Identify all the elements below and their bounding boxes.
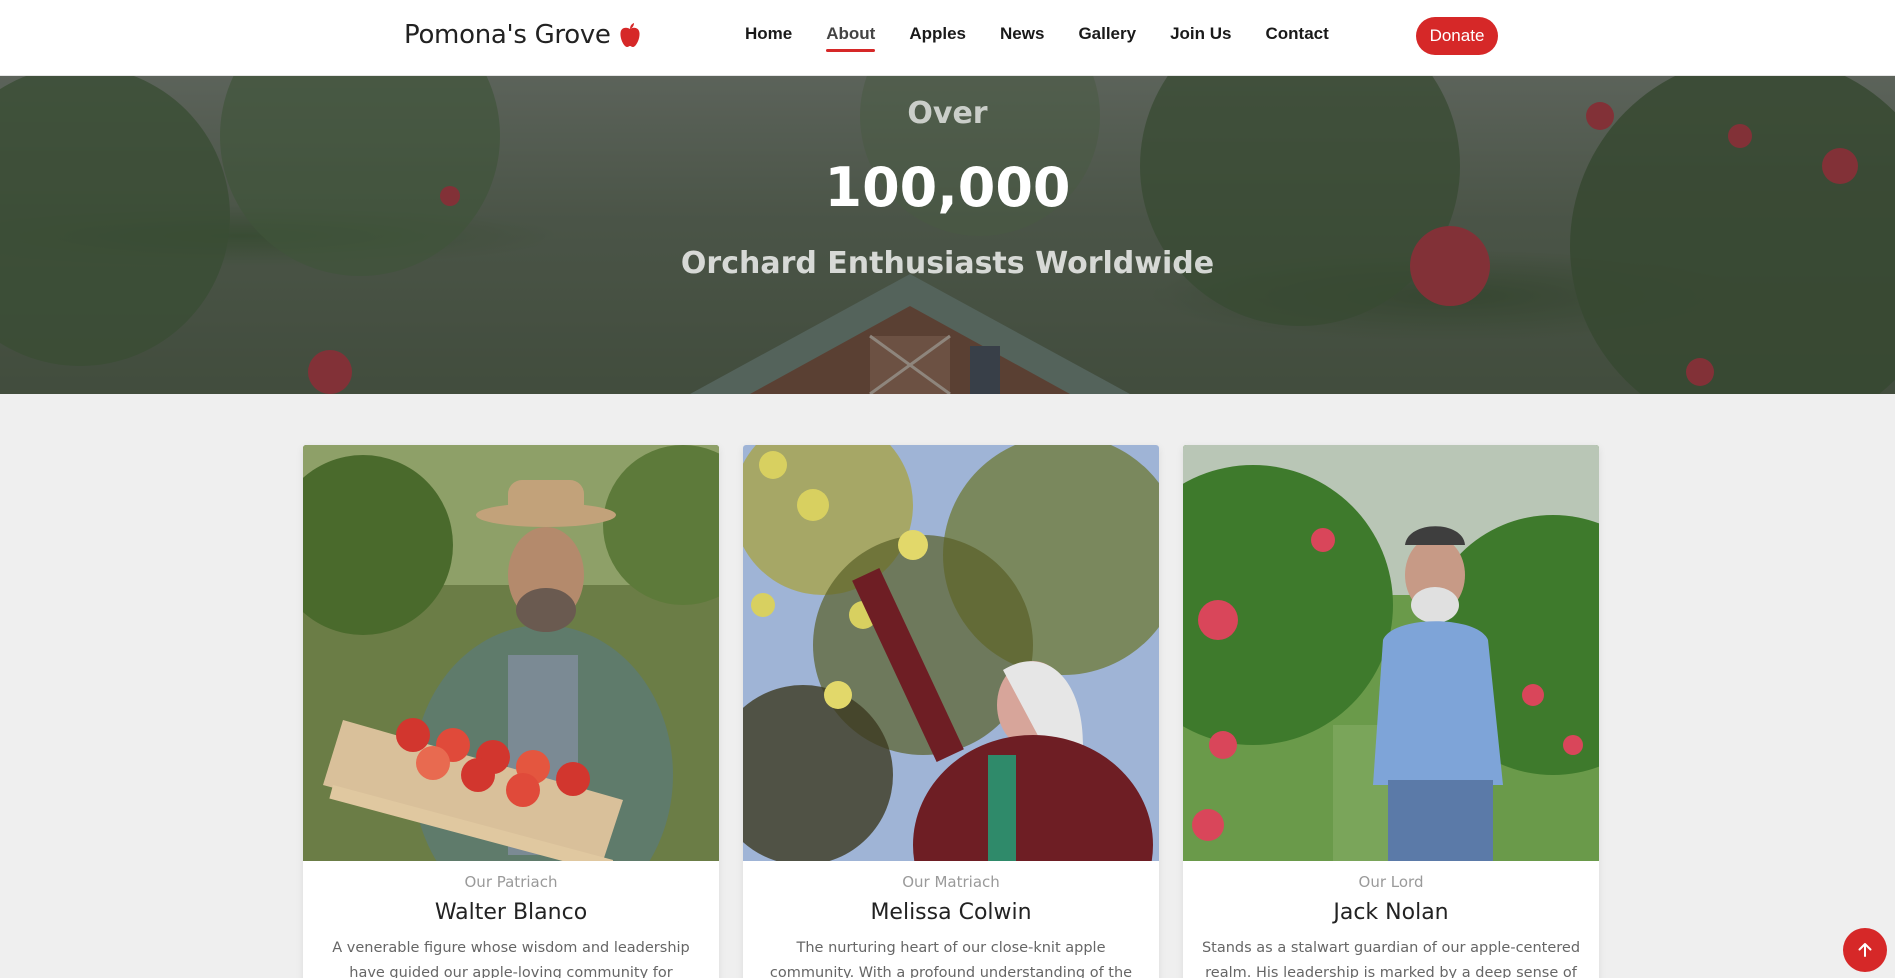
nav-about[interactable]: About (826, 24, 876, 52)
apple-icon (620, 23, 640, 47)
member-role: Our Patriach (464, 873, 558, 891)
member-photo (1183, 445, 1599, 861)
donate-button[interactable]: Donate (1416, 17, 1498, 55)
member-name: Walter Blanco (434, 900, 588, 925)
hero-count: 100,000 (824, 156, 1071, 219)
member-name: Jack Nolan (1333, 900, 1449, 925)
member-photo (303, 445, 719, 861)
nav-contact[interactable]: Contact (1266, 24, 1329, 52)
nav-gallery[interactable]: Gallery (1078, 24, 1136, 52)
member-photo (743, 445, 1159, 861)
team-card-jack[interactable]: Our Lord Jack Nolan Stands as a stalwart… (1183, 445, 1599, 978)
hero-subtitle: Orchard Enthusiasts Worldwide (680, 246, 1215, 281)
hero-banner: Over 100,000 Orchard Enthusiasts Worldwi… (0, 76, 1895, 394)
team-card-walter[interactable]: Our Patriach Walter Blanco A venerable f… (303, 445, 719, 978)
member-role: Our Lord (1358, 873, 1424, 891)
arrow-up-icon (1858, 943, 1872, 957)
member-description: A venerable figure whose wisdom and lead… (332, 940, 690, 978)
nav-news[interactable]: News (1000, 24, 1044, 52)
nav-apples[interactable]: Apples (909, 24, 966, 52)
hero-over-text: Over (907, 96, 988, 131)
site-header: Pomona's Grove Home About Apples News Ga… (0, 0, 1895, 76)
brand-link[interactable]: Pomona's Grove (404, 20, 641, 50)
member-description: Stands as a stalwart guardian of our app… (1201, 940, 1581, 978)
brand-name: Pomona's Grove (404, 20, 611, 50)
main-nav: Home About Apples News Gallery Join Us C… (745, 24, 1329, 52)
member-name: Melissa Colwin (870, 900, 1032, 925)
member-role: Our Matriach (902, 873, 1000, 891)
scroll-to-top-button[interactable] (1843, 928, 1887, 972)
member-description: The nurturing heart of our close-knit ap… (769, 940, 1133, 978)
team-card-melissa[interactable]: Our Matriach Melissa Colwin The nurturin… (743, 445, 1159, 978)
nav-join-us[interactable]: Join Us (1170, 24, 1231, 52)
nav-home[interactable]: Home (745, 24, 792, 52)
